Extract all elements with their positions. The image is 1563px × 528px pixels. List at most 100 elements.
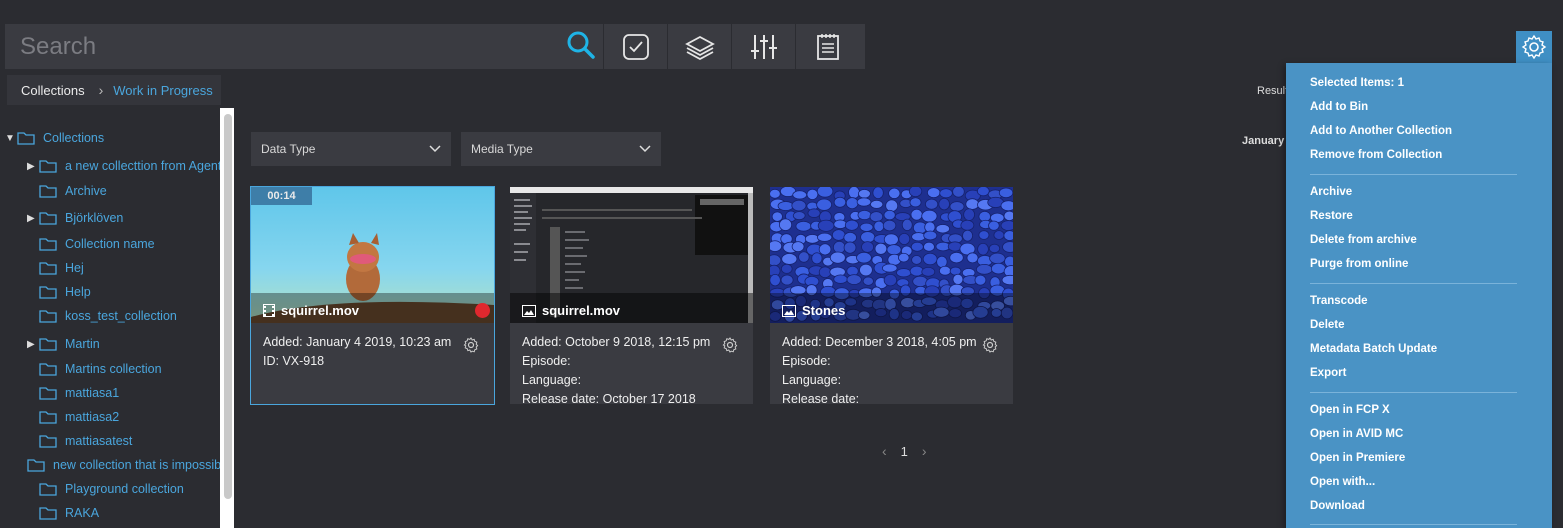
tree-label: Martins collection bbox=[65, 362, 162, 376]
settings-button[interactable] bbox=[1516, 31, 1552, 63]
menu-item-delete-from-archive[interactable]: Delete from archive bbox=[1310, 234, 1417, 246]
menu-item-export[interactable]: Export bbox=[1310, 367, 1346, 379]
tree-item[interactable]: Hej bbox=[27, 258, 222, 278]
menu-item-metadata-batch-update[interactable]: Metadata Batch Update bbox=[1310, 343, 1437, 355]
asset-card[interactable]: Stones Added: December 3 2018, 4:05 pm E… bbox=[770, 187, 1013, 404]
tree-item[interactable]: new collection that is impossible bbox=[27, 455, 222, 475]
menu-item-add-to-another-collection[interactable]: Add to Another Collection bbox=[1310, 125, 1452, 137]
stone bbox=[833, 196, 847, 208]
tree-item[interactable]: ▶ a new collecttion from Agent bbox=[27, 156, 222, 176]
stone bbox=[888, 187, 901, 199]
stone bbox=[925, 198, 939, 210]
tree-label: Björklöven bbox=[65, 211, 124, 225]
folder-icon bbox=[39, 286, 57, 299]
tree-item[interactable]: mattiasa1 bbox=[27, 383, 222, 403]
tree-item[interactable]: ▶ Björklöven bbox=[27, 208, 222, 228]
stone bbox=[860, 231, 876, 244]
chevron-right-icon[interactable]: › bbox=[922, 443, 927, 459]
folder-icon bbox=[39, 387, 57, 400]
menu-item-archive[interactable]: Archive bbox=[1310, 186, 1352, 198]
stone bbox=[909, 265, 924, 277]
pagination: ‹ 1 › bbox=[882, 443, 927, 459]
stone bbox=[966, 252, 979, 264]
menu-divider bbox=[1310, 283, 1517, 284]
media-type-dropdown[interactable]: Media Type bbox=[461, 132, 661, 166]
stone bbox=[911, 255, 923, 265]
data-type-dropdown[interactable]: Data Type bbox=[251, 132, 451, 166]
gear-icon[interactable] bbox=[982, 337, 998, 353]
menu-item-add-to-bin[interactable]: Add to Bin bbox=[1310, 101, 1368, 113]
tree-item[interactable]: mattiasatest bbox=[27, 431, 222, 451]
asset-card[interactable]: 00:14 squirrel.mov Added: January 4 2019… bbox=[250, 186, 495, 405]
stone bbox=[874, 242, 888, 255]
search-button[interactable] bbox=[566, 30, 598, 62]
caret-right-icon[interactable]: ▶ bbox=[27, 339, 39, 350]
menu-item-download[interactable]: Download bbox=[1310, 500, 1365, 512]
sidebar-scrollbar-thumb[interactable] bbox=[224, 114, 232, 499]
notes-button[interactable] bbox=[795, 24, 859, 69]
image-thumbnail[interactable]: Stones bbox=[770, 187, 1013, 323]
stone bbox=[923, 230, 938, 241]
menu-divider bbox=[1310, 524, 1517, 525]
stone bbox=[936, 255, 948, 268]
breadcrumb-current[interactable]: Work in Progress bbox=[113, 83, 212, 98]
stone bbox=[781, 253, 798, 265]
page-number[interactable]: 1 bbox=[901, 444, 908, 459]
tree-item[interactable]: Archive bbox=[27, 181, 222, 201]
media-type-label: Media Type bbox=[471, 142, 533, 156]
chevron-left-icon[interactable]: ‹ bbox=[882, 443, 887, 459]
tree-item[interactable]: RAKA bbox=[27, 503, 222, 523]
tree-root-collections[interactable]: ▼ Collections bbox=[5, 128, 104, 148]
stone bbox=[846, 274, 862, 285]
gear-icon[interactable] bbox=[722, 337, 738, 353]
menu-item-open-in-avid-mc[interactable]: Open in AVID MC bbox=[1310, 428, 1403, 440]
folder-icon bbox=[39, 310, 57, 323]
folder-icon bbox=[39, 238, 57, 251]
stone bbox=[848, 187, 860, 199]
menu-item-open-in-fcp-x[interactable]: Open in FCP X bbox=[1310, 404, 1390, 416]
menu-item-transcode[interactable]: Transcode bbox=[1310, 295, 1368, 307]
video-thumbnail[interactable]: 00:14 squirrel.mov bbox=[251, 187, 494, 323]
caret-right-icon[interactable]: ▶ bbox=[27, 161, 39, 172]
stone bbox=[859, 263, 873, 277]
stone bbox=[975, 264, 993, 275]
gear-icon[interactable] bbox=[463, 337, 479, 353]
caret-down-icon[interactable]: ▼ bbox=[5, 133, 17, 144]
duration-badge: 00:14 bbox=[251, 187, 312, 205]
tree-label: Hej bbox=[65, 261, 84, 275]
menu-item-open-with[interactable]: Open with... bbox=[1310, 476, 1375, 488]
image-thumbnail[interactable]: squirrel.mov bbox=[510, 187, 753, 323]
search-input[interactable] bbox=[5, 24, 603, 69]
folder-icon bbox=[39, 160, 57, 173]
tree-item[interactable]: Collection name bbox=[27, 234, 222, 254]
stone bbox=[856, 197, 872, 207]
folder-icon bbox=[39, 185, 57, 198]
adjust-button[interactable] bbox=[731, 24, 795, 69]
layers-button[interactable] bbox=[667, 24, 731, 69]
tree-item[interactable]: Playground collection bbox=[27, 479, 222, 499]
stone bbox=[949, 251, 964, 264]
stone bbox=[862, 276, 874, 286]
stone bbox=[960, 219, 975, 231]
stone bbox=[843, 241, 857, 254]
menu-item-delete[interactable]: Delete bbox=[1310, 319, 1345, 331]
tree-item[interactable]: koss_test_collection bbox=[27, 306, 222, 326]
tree-item[interactable]: mattiasa2 bbox=[27, 407, 222, 427]
menu-item-remove-from-collection[interactable]: Remove from Collection bbox=[1310, 149, 1442, 161]
stone bbox=[977, 242, 989, 256]
asset-card[interactable]: squirrel.mov Added: October 9 2018, 12:1… bbox=[510, 187, 753, 404]
menu-item-purge-from-online[interactable]: Purge from online bbox=[1310, 258, 1408, 270]
tree-item[interactable]: ▶ Martin bbox=[27, 334, 222, 354]
stone bbox=[792, 190, 808, 200]
tree-item[interactable]: Martins collection bbox=[27, 359, 222, 379]
tree-label: mattiasatest bbox=[65, 434, 133, 448]
tree-label: mattiasa2 bbox=[65, 410, 120, 424]
tree-item[interactable]: Help bbox=[27, 282, 222, 302]
approve-button[interactable] bbox=[603, 24, 667, 69]
checkbox-icon bbox=[622, 33, 649, 60]
caret-right-icon[interactable]: ▶ bbox=[27, 213, 39, 224]
stone bbox=[843, 231, 857, 243]
menu-item-open-in-premiere[interactable]: Open in Premiere bbox=[1310, 452, 1405, 464]
breadcrumb-root[interactable]: Collections bbox=[21, 83, 85, 98]
menu-item-restore[interactable]: Restore bbox=[1310, 210, 1353, 222]
